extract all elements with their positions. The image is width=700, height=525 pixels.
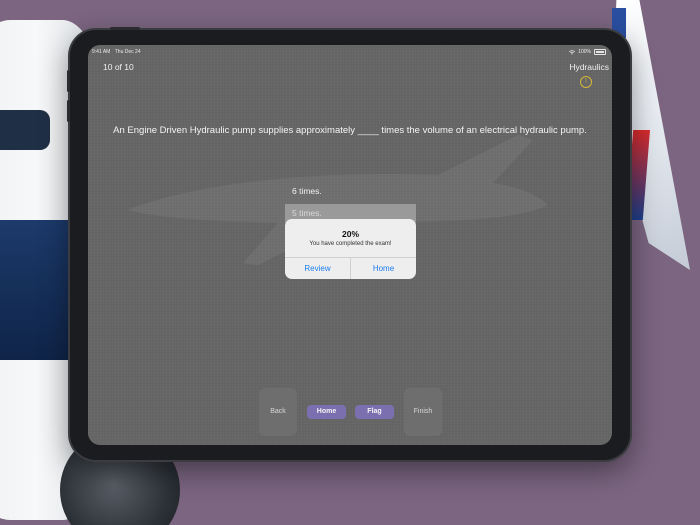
finish-button[interactable]: Finish [404,388,442,436]
flag-button[interactable]: Flag [355,405,394,419]
battery-icon [594,49,606,55]
alert-actions: Review Home [285,257,416,279]
alert-home-button[interactable]: Home [350,258,416,279]
status-time-text: 9:41 AM [92,49,111,55]
battery-percent: 100% [578,49,591,55]
bottom-toolbar: Back Home Flag Finish [88,388,612,438]
device-volume-button [67,70,70,92]
status-date-text: Thu Dec 24 [114,49,141,55]
status-right: 100% [569,49,606,55]
airplane-window [0,110,50,150]
device-power-button [110,27,140,30]
app-screen: 9:41 AM Thu Dec 24 100% 10 of 10 Hydraul… [88,45,612,445]
home-button[interactable]: Home [307,405,346,419]
answer-option[interactable]: 6 times. [285,182,416,201]
question-counter: 10 of 10 [103,62,134,72]
ipad-device: 9:41 AM Thu Dec 24 100% 10 of 10 Hydraul… [67,27,630,460]
wifi-icon [569,49,576,55]
exam-complete-alert: 20% You have completed the exam! Review … [285,219,416,279]
info-circle-icon[interactable]: ! [580,76,592,88]
status-time: 9:41 AM Thu Dec 24 [92,49,141,55]
back-button[interactable]: Back [259,388,297,436]
status-bar: 9:41 AM Thu Dec 24 100% [88,47,612,57]
review-button[interactable]: Review [285,258,350,279]
question-text: An Engine Driven Hydraulic pump supplies… [113,125,587,136]
alert-message: You have completed the exam! [309,241,392,247]
alert-score: 20% [341,229,359,239]
category-label: Hydraulics [569,62,609,72]
device-volume-button [67,100,70,122]
